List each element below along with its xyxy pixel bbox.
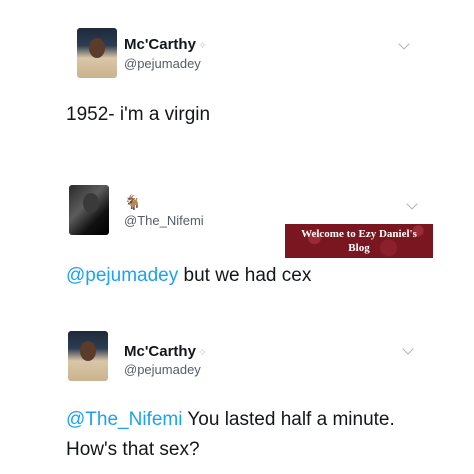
handle[interactable]: @pejumadey: [124, 362, 201, 377]
handle[interactable]: @pejumadey: [124, 56, 201, 71]
sparkle-icon: ✧: [197, 40, 208, 52]
display-name[interactable]: Mc'Carthy ✧: [124, 343, 207, 360]
avatar-face: [89, 38, 105, 58]
tweet-text-line-1: You lasted half a minute.: [182, 409, 395, 430]
tweet-text: @The_Nifemi You lasted half a minute.: [66, 407, 395, 433]
mention-link[interactable]: @pejumadey: [66, 265, 178, 286]
chevron-down-icon[interactable]: [402, 343, 414, 355]
blog-watermark: Welcome to Ezy Daniel's Blog: [285, 224, 433, 258]
tweet-text: @pejumadey but we had cex: [66, 263, 311, 289]
avatar[interactable]: [69, 185, 109, 235]
goat-icon: 🐐: [124, 194, 142, 210]
mention-link[interactable]: @The_Nifemi: [66, 409, 182, 430]
avatar[interactable]: [68, 331, 108, 381]
tweet-text-line-2: How's that sex?: [66, 439, 200, 460]
avatar-face: [80, 341, 96, 361]
display-name-text: Mc'Carthy: [124, 36, 196, 53]
display-name[interactable]: Mc'Carthy ✧: [124, 36, 207, 53]
tweet-text-rest: but we had cex: [178, 265, 312, 286]
handle[interactable]: @The_Nifemi: [124, 213, 204, 228]
tweet-text: 1952- i'm a virgin: [66, 104, 211, 125]
watermark-line-2: Blog: [348, 242, 370, 254]
avatar-face: [83, 193, 99, 213]
watermark-line-1: Welcome to Ezy Daniel's: [301, 228, 417, 240]
avatar[interactable]: [77, 28, 117, 78]
display-name-text: Mc'Carthy: [124, 343, 196, 360]
sparkle-icon: ✧: [197, 347, 208, 359]
chevron-down-icon[interactable]: [398, 38, 410, 50]
chevron-down-icon[interactable]: [406, 198, 418, 210]
